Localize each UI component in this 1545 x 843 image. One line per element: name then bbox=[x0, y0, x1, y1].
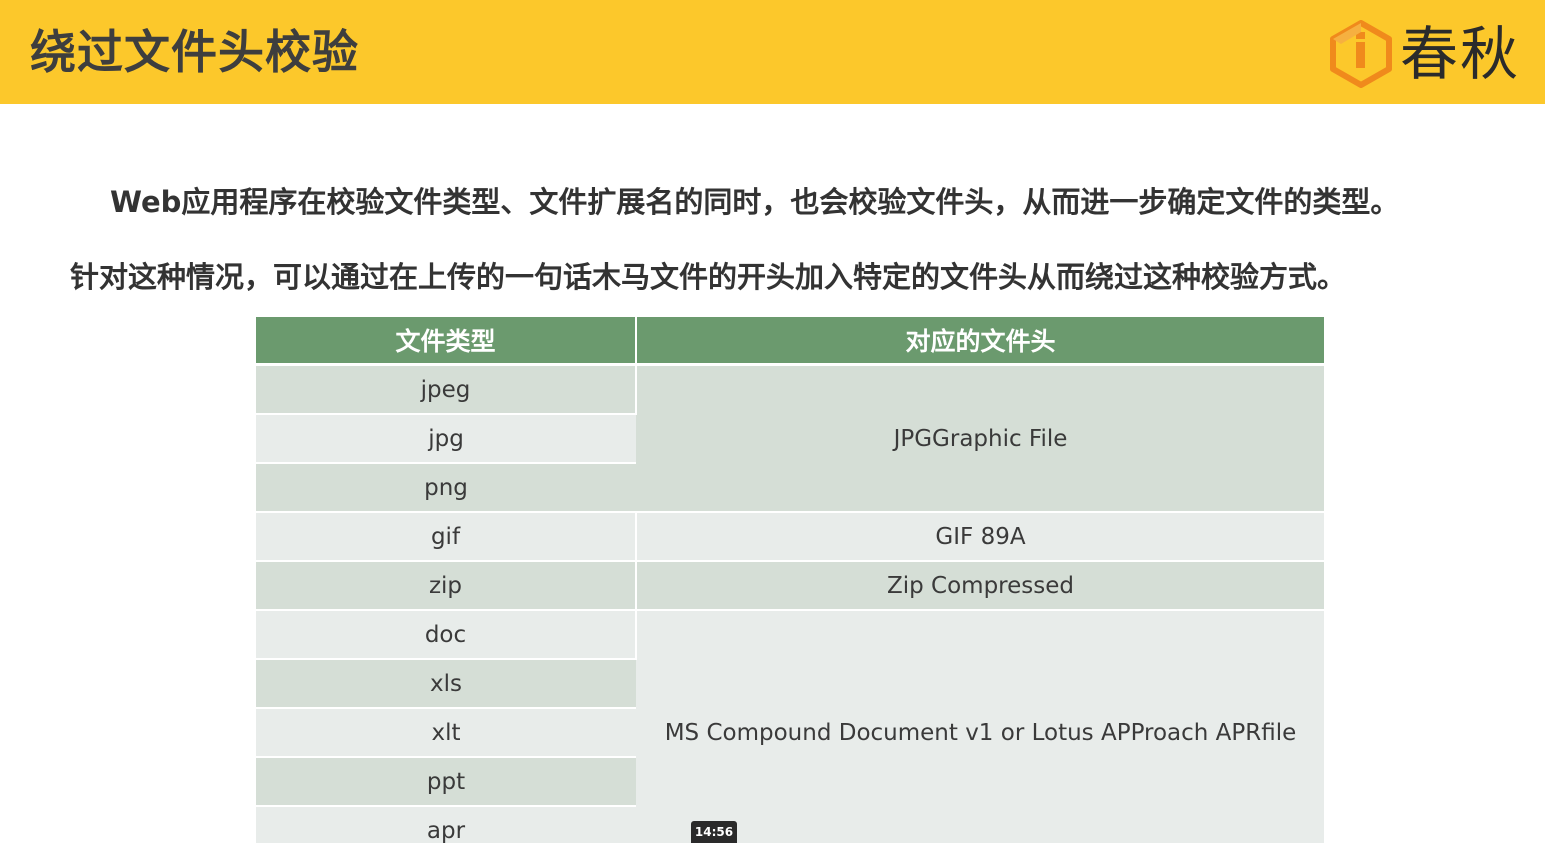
file-type-cell: png bbox=[256, 463, 636, 513]
bypass-paragraph: 针对这种情况，可以通过在上传的一句话木马文件的开头加入特定的文件头从而绕过这种校… bbox=[70, 260, 1347, 294]
logo-text: 春秋 bbox=[1400, 20, 1521, 88]
file-header-cell: GIF 89A bbox=[636, 512, 1324, 562]
file-type-cell: zip bbox=[256, 561, 637, 611]
file-type-cell: jpg bbox=[256, 414, 636, 464]
table-row: jpeg JPGGraphic File bbox=[256, 364, 1324, 513]
table-row: doc MS Compound Document v1 or Lotus APP… bbox=[256, 610, 1324, 843]
ichunqiu-logo: 春秋 bbox=[1328, 18, 1528, 90]
video-timestamp: 14:56 bbox=[691, 821, 737, 843]
logo-hexagon-icon bbox=[1330, 20, 1392, 88]
file-type-cell: xls bbox=[256, 659, 636, 709]
file-type-cell: jpeg bbox=[256, 364, 637, 415]
column-header-file-header: 对应的文件头 bbox=[636, 317, 1324, 366]
file-type-cell: gif bbox=[256, 512, 637, 562]
file-header-table: 文件类型 对应的文件头 jpeg JPGGraphic File jpg png… bbox=[256, 317, 1324, 843]
column-header-file-type: 文件类型 bbox=[256, 317, 637, 366]
file-header-cell: MS Compound Document v1 or Lotus APProac… bbox=[636, 610, 1324, 843]
table-header-row: 文件类型 对应的文件头 bbox=[256, 317, 1324, 366]
file-type-cell: doc bbox=[256, 610, 637, 660]
slide-title: 绕过文件头校验 bbox=[30, 25, 359, 79]
file-type-cell: apr bbox=[256, 806, 636, 843]
file-type-cell: ppt bbox=[256, 757, 636, 807]
intro-paragraph: Web应用程序在校验文件类型、文件扩展名的同时，也会校验文件头，从而进一步确定文… bbox=[110, 185, 1400, 219]
title-bar: 绕过文件头校验 春秋 bbox=[0, 0, 1545, 104]
table-row: zip Zip Compressed bbox=[256, 561, 1324, 611]
table-row: gif GIF 89A bbox=[256, 512, 1324, 562]
file-header-cell: JPGGraphic File bbox=[636, 364, 1324, 513]
file-header-cell: Zip Compressed bbox=[636, 561, 1324, 611]
file-type-cell: xlt bbox=[256, 708, 636, 758]
